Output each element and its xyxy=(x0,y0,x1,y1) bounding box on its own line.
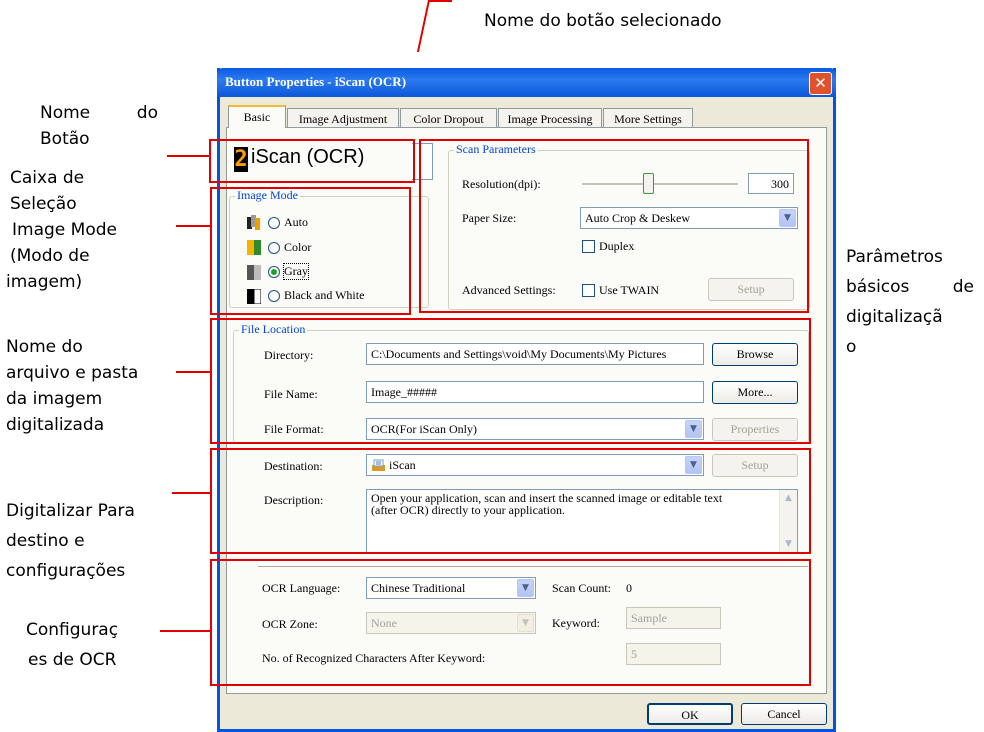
use-twain-checkbox[interactable] xyxy=(582,284,595,297)
file-name-input[interactable]: Image_##### xyxy=(366,381,704,403)
callout-line xyxy=(416,0,430,52)
callout-line xyxy=(176,225,212,227)
description-scrollbar[interactable]: ▲ ▼ xyxy=(779,490,797,552)
scan-count-value: 0 xyxy=(626,581,632,595)
file-name-label: File Name: xyxy=(264,387,318,401)
ok-button[interactable]: OK xyxy=(647,703,733,725)
image-mode-title: Image Mode xyxy=(235,188,300,203)
tab-more-settings[interactable]: More Settings xyxy=(603,108,693,128)
radio-black-and-white-label: Black and White xyxy=(284,288,365,302)
tab-basic[interactable]: Basic xyxy=(228,105,286,128)
scroll-down-icon[interactable]: ▼ xyxy=(780,536,797,552)
ocr-language-select[interactable]: Chinese Traditional ▼ xyxy=(366,577,536,599)
chevron-down-icon[interactable]: ▼ xyxy=(685,420,702,438)
callout-line xyxy=(172,492,210,494)
color-mode-icon xyxy=(247,240,261,255)
bw-mode-icon xyxy=(247,289,261,304)
resolution-input[interactable]: 300 xyxy=(748,173,794,194)
tab-image-processing[interactable]: Image Processing xyxy=(498,108,602,128)
duplex-checkbox[interactable] xyxy=(582,240,595,253)
destination-select[interactable]: iScan ▼ xyxy=(366,454,704,476)
button-name-field xyxy=(412,143,433,180)
destination-label: Destination: xyxy=(264,459,323,473)
gray-mode-icon xyxy=(247,265,261,280)
duplex-label: Duplex xyxy=(599,239,635,253)
callout-line xyxy=(167,155,210,157)
chevron-down-icon[interactable]: ▼ xyxy=(779,209,796,227)
callout-line xyxy=(176,371,212,373)
advanced-settings-label: Advanced Settings: xyxy=(462,283,556,297)
radio-color[interactable] xyxy=(268,242,280,254)
callout-line xyxy=(428,0,452,2)
resolution-slider-track[interactable] xyxy=(582,183,738,186)
more-button[interactable]: More... xyxy=(712,381,798,404)
dialog-title-bar[interactable]: Button Properties - iScan (OCR) ✕ xyxy=(217,68,836,97)
scroll-up-icon[interactable]: ▲ xyxy=(780,490,797,506)
radio-gray[interactable] xyxy=(268,266,280,278)
chevron-down-icon[interactable]: ▼ xyxy=(685,456,702,474)
auto-mode-icon xyxy=(247,215,260,230)
chevron-down-icon[interactable]: ▼ xyxy=(517,579,534,597)
chevron-down-icon[interactable]: ▼ xyxy=(517,614,534,632)
ocr-language-value: Chinese Traditional xyxy=(371,581,466,595)
paper-size-label: Paper Size: xyxy=(462,211,517,225)
cancel-button[interactable]: Cancel xyxy=(741,703,827,725)
divider xyxy=(258,566,808,568)
file-format-value: OCR(For iScan Only) xyxy=(371,422,477,436)
recognized-characters-label: No. of Recognized Characters After Keywo… xyxy=(262,651,486,665)
close-icon[interactable]: ✕ xyxy=(809,72,832,95)
callout-scan-parameters: Parâmetros básicos de digitalizaçã o xyxy=(846,247,974,357)
file-format-select[interactable]: OCR(For iScan Only) ▼ xyxy=(366,418,704,440)
button-number: 2 xyxy=(234,147,248,172)
paper-size-select[interactable]: Auto Crop & Deskew ▼ xyxy=(580,207,798,229)
browse-button[interactable]: Browse xyxy=(712,343,798,366)
ocr-zone-value: None xyxy=(371,616,397,630)
callout-selected-button-name: Nome do botão selecionado xyxy=(484,11,722,31)
radio-auto[interactable] xyxy=(268,217,280,229)
radio-color-label: Color xyxy=(284,240,312,254)
ocr-language-label: OCR Language: xyxy=(262,581,341,595)
callout-line xyxy=(160,630,210,632)
scan-count-label: Scan Count: xyxy=(552,581,611,595)
destination-value: iScan xyxy=(389,458,416,472)
scan-parameters-title: Scan Parameters xyxy=(454,142,538,157)
radio-gray-label: Gray xyxy=(283,263,309,280)
callout-destination: Digitalizar Para destino e configurações xyxy=(6,501,135,581)
file-location-title: File Location xyxy=(239,322,308,337)
file-format-label: File Format: xyxy=(264,422,324,436)
callout-button-name: Nome do Botão xyxy=(40,103,158,149)
directory-input[interactable]: C:\Documents and Settings\void\My Docume… xyxy=(366,343,704,365)
callout-image-mode: Caixa de Seleção Image Mode (Modo de ima… xyxy=(6,168,117,292)
scan-setup-button[interactable]: Setup xyxy=(708,278,794,301)
use-twain-label: Use TWAIN xyxy=(599,283,660,297)
tab-color-dropout[interactable]: Color Dropout xyxy=(400,108,497,128)
radio-auto-label: Auto xyxy=(284,215,308,229)
recognized-characters-input[interactable]: 5 xyxy=(626,643,721,665)
destination-setup-button[interactable]: Setup xyxy=(712,454,798,477)
directory-label: Directory: xyxy=(264,348,314,362)
tab-image-adjustment[interactable]: Image Adjustment xyxy=(287,108,399,128)
description-line-2: (after OCR) directly to your application… xyxy=(371,503,565,517)
scanner-app-icon xyxy=(372,459,385,471)
ocr-zone-label: OCR Zone: xyxy=(262,617,318,631)
dialog-title: Button Properties - iScan (OCR) xyxy=(225,74,407,89)
callout-file: Nome do arquivo e pasta da imagem digita… xyxy=(6,337,139,435)
resolution-slider-thumb[interactable] xyxy=(643,173,654,194)
ocr-zone-select[interactable]: None ▼ xyxy=(366,612,536,634)
keyword-label: Keyword: xyxy=(552,616,600,630)
callout-ocr: Configuraç es de OCR xyxy=(26,620,119,670)
resolution-label: Resolution(dpi): xyxy=(462,177,541,191)
keyword-input[interactable]: Sample xyxy=(626,607,721,629)
description-textarea[interactable]: Open your application, scan and insert t… xyxy=(366,489,798,553)
radio-black-and-white[interactable] xyxy=(268,290,280,302)
button-name: iScan (OCR) xyxy=(251,146,365,168)
paper-size-value: Auto Crop & Deskew xyxy=(585,211,690,225)
description-label: Description: xyxy=(264,493,324,507)
properties-button[interactable]: Properties xyxy=(712,418,798,441)
